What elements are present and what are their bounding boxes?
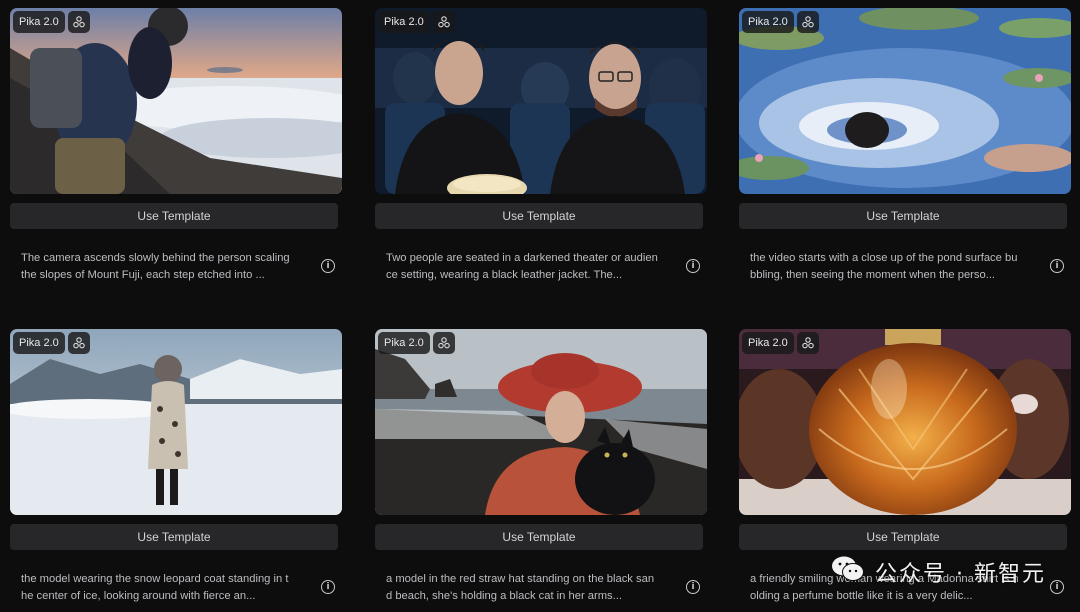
video-thumbnail[interactable]: Pika 2.0 — [739, 329, 1071, 515]
template-description: a model in the red straw hat standing on… — [386, 573, 655, 602]
video-thumbnail[interactable]: Pika 2.0 — [10, 8, 342, 194]
model-badge: Pika 2.0 — [13, 332, 90, 354]
info-icon[interactable]: i — [321, 580, 335, 594]
use-template-button[interactable]: Use Template — [739, 203, 1067, 229]
version-label: Pika 2.0 — [378, 11, 430, 33]
version-label: Pika 2.0 — [13, 332, 65, 354]
model-badge: Pika 2.0 — [378, 332, 455, 354]
info-icon[interactable]: i — [1050, 580, 1064, 594]
info-icon[interactable]: i — [686, 259, 700, 273]
watermark-text: 公众号 · 新智元 — [875, 561, 1046, 587]
video-thumbnail[interactable]: Pika 2.0 — [375, 8, 707, 194]
shapes-icon — [796, 332, 819, 354]
template-description: the model wearing the snow leopard coat … — [21, 573, 289, 602]
model-badge: Pika 2.0 — [742, 332, 819, 354]
info-icon[interactable]: i — [1050, 259, 1064, 273]
version-label: Pika 2.0 — [378, 332, 430, 354]
watermark: 公众号 · 新智元 — [831, 555, 1046, 588]
version-label: Pika 2.0 — [742, 332, 794, 354]
model-badge: Pika 2.0 — [13, 11, 90, 33]
video-thumbnail[interactable]: Pika 2.0 — [10, 329, 342, 515]
use-template-button[interactable]: Use Template — [739, 524, 1067, 550]
shapes-icon — [432, 11, 455, 33]
shapes-icon — [67, 11, 90, 33]
model-badge: Pika 2.0 — [742, 11, 819, 33]
wechat-icon — [831, 555, 865, 588]
info-icon[interactable]: i — [686, 580, 700, 594]
shapes-icon — [796, 11, 819, 33]
model-badge: Pika 2.0 — [378, 11, 455, 33]
version-label: Pika 2.0 — [742, 11, 794, 33]
template-description: the video starts with a close up of the … — [750, 252, 1018, 281]
version-label: Pika 2.0 — [13, 11, 65, 33]
video-thumbnail[interactable]: Pika 2.0 — [739, 8, 1071, 194]
use-template-button[interactable]: Use Template — [375, 203, 703, 229]
info-icon[interactable]: i — [321, 259, 335, 273]
use-template-button[interactable]: Use Template — [10, 524, 338, 550]
shapes-icon — [67, 332, 90, 354]
use-template-button[interactable]: Use Template — [10, 203, 338, 229]
use-template-button[interactable]: Use Template — [375, 524, 703, 550]
shapes-icon — [432, 332, 455, 354]
video-thumbnail[interactable]: Pika 2.0 — [375, 329, 707, 515]
template-description: Two people are seated in a darkened thea… — [386, 252, 658, 281]
template-description: The camera ascends slowly behind the per… — [21, 252, 290, 281]
